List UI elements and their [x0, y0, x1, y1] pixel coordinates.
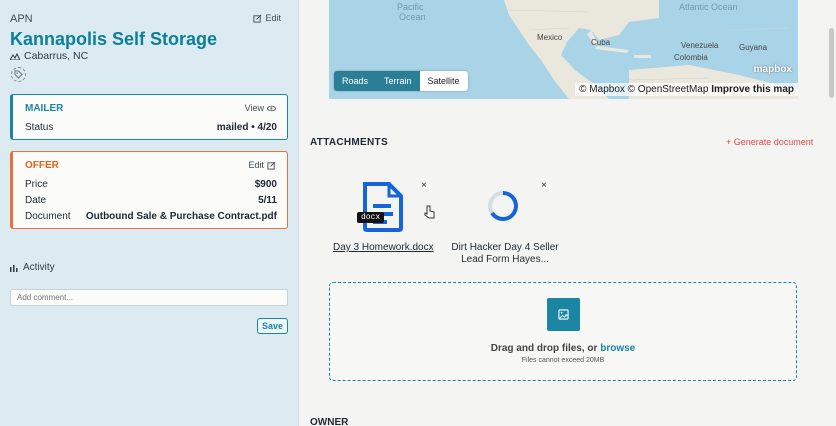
browse-link[interactable]: browse [600, 343, 635, 354]
offer-edit-label: Edit [248, 160, 264, 170]
mapbox-logo-text: mapbox [753, 64, 792, 75]
pacific-label: Pacific [397, 2, 424, 12]
file-1-name[interactable]: Day 3 Homework.docx [333, 242, 434, 253]
map-style-controls: Roads Terrain Satellite [334, 71, 468, 91]
file-type-badge: docx [357, 212, 385, 223]
offer-card: OFFER Edit Price $900 Date 5/11 Document… [10, 151, 288, 229]
offer-document-row: Document Outbound Sale & Purchase Contra… [25, 211, 277, 222]
pacific-label-2: Ocean [399, 12, 426, 22]
mailer-heading: MAILER [25, 103, 64, 114]
attachments-heading: ATTACHMENTS [310, 137, 388, 148]
save-comment-button[interactable]: Save [257, 318, 288, 334]
add-tag-button[interactable] [11, 67, 26, 82]
offer-date-row: Date 5/11 [25, 195, 277, 206]
upload-image-button[interactable] [547, 298, 580, 331]
mailer-view-button[interactable]: View [245, 103, 276, 113]
offer-heading: OFFER [25, 160, 59, 171]
property-sidebar: APN Edit Kannapolis Self Storage Cabarru… [0, 0, 299, 426]
edit-icon [267, 161, 276, 170]
activity-heading: Activity [10, 262, 55, 273]
map-view[interactable]: Pacific Ocean Atlantic Ocean Mexico Cuba… [329, 0, 798, 99]
price-value: $900 [254, 179, 277, 190]
improve-map-link[interactable]: Improve this map [711, 84, 794, 95]
atlantic-label: Atlantic Ocean [679, 2, 738, 12]
document-icon [363, 182, 403, 232]
map-roads-button[interactable]: Roads [334, 71, 377, 91]
land-icon [10, 52, 20, 60]
cursor-pointer-icon [424, 205, 435, 219]
date-value: 5/11 [258, 195, 277, 206]
dropzone-size-limit: Files cannot exceed 20MB [521, 357, 605, 364]
dropzone-instructions: Drag and drop files, or browse [330, 343, 796, 354]
scrollbar-thumb[interactable] [829, 28, 834, 98]
map-satellite-button[interactable]: Satellite [419, 71, 468, 91]
image-icon [558, 309, 569, 320]
edit-property-link[interactable]: Edit [253, 13, 281, 23]
location-text: Cabarrus, NC [24, 50, 89, 62]
cuba-label: Cuba [591, 38, 611, 47]
main-content: Pacific Ocean Atlantic Ocean Mexico Cuba… [300, 0, 836, 426]
document-value[interactable]: Outbound Sale & Purchase Contract.pdf [86, 211, 277, 222]
view-label: View [244, 103, 264, 113]
status-label: Status [25, 122, 54, 133]
offer-price-row: Price $900 [25, 179, 277, 190]
file-2-name[interactable]: Dirt Hacker Day 4 Seller Lead Form Hayes… [450, 242, 560, 266]
price-label: Price [25, 179, 48, 190]
file-dropzone[interactable]: Drag and drop files, or browse Files can… [329, 282, 797, 381]
dropzone-text: Drag and drop files, or [490, 343, 598, 354]
offer-edit-button[interactable]: Edit [248, 160, 276, 170]
generate-document-button[interactable]: + Generate document [726, 137, 813, 147]
apn-label: APN [10, 13, 33, 25]
activity-label: Activity [23, 262, 55, 273]
mailer-status-row: Status mailed • 4/20 [25, 122, 277, 133]
loading-spinner-icon [488, 191, 518, 221]
property-location: Cabarrus, NC [10, 50, 88, 62]
eye-icon [267, 105, 276, 111]
mapbox-logo: mapbox [754, 64, 792, 75]
property-title: Kannapolis Self Storage [10, 29, 218, 49]
guyana-label: Guyana [739, 43, 768, 52]
mailer-card: MAILER View Status mailed • 4/20 [10, 94, 288, 140]
document-label: Document [25, 211, 71, 222]
bar-chart-icon [10, 264, 18, 272]
map-attribution: © Mapbox © OpenStreetMap Improve this ma… [575, 83, 798, 96]
edit-label: Edit [265, 13, 281, 23]
remove-file-2-button[interactable]: × [541, 180, 547, 191]
edit-icon [253, 14, 262, 23]
comment-input[interactable] [10, 289, 288, 306]
venezuela-label: Venezuela [681, 41, 719, 50]
status-value: mailed • 4/20 [216, 122, 277, 133]
tag-icon [14, 70, 23, 79]
attribution-text[interactable]: © Mapbox © OpenStreetMap [579, 84, 708, 95]
date-label: Date [25, 195, 47, 206]
owner-heading: OWNER [310, 417, 349, 426]
remove-file-1-button[interactable]: × [421, 180, 427, 191]
mexico-label: Mexico [537, 33, 563, 42]
map-terrain-button[interactable]: Terrain [376, 71, 420, 91]
colombia-label: Colombia [674, 53, 708, 62]
